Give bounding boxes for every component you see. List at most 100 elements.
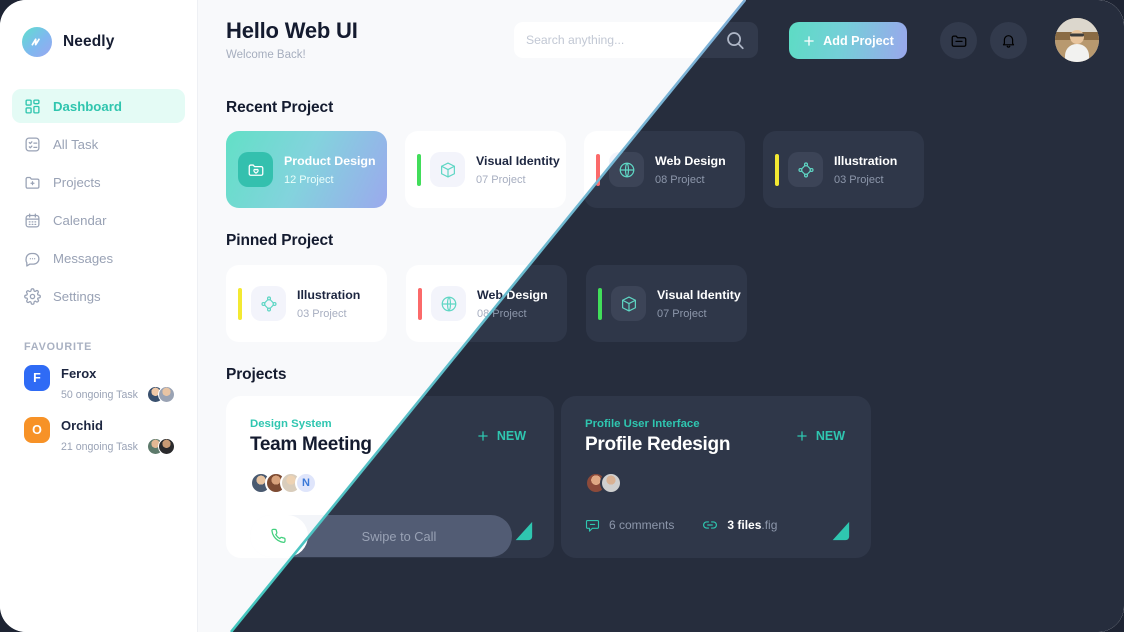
project-count: 08 Project <box>655 173 705 186</box>
resize-corner-icon[interactable] <box>829 520 851 542</box>
add-project-label: Add Project <box>823 33 894 48</box>
project-color-bar <box>417 153 421 186</box>
needly-logo-icon <box>22 27 52 57</box>
favourite-meta-row: 50 ongoing Task <box>61 386 197 403</box>
plus-icon <box>804 35 814 46</box>
favourite-info: Orchid 21 ongoing Task <box>61 417 197 455</box>
avatar-more-badge[interactable]: N <box>295 472 317 494</box>
project-name: Illustration <box>297 287 361 302</box>
sidebar-nav: Dashboard All Task Projects <box>0 89 197 313</box>
sidebar-item-label: Calendar <box>53 212 107 228</box>
sidebar-item-label: Dashboard <box>53 98 122 114</box>
cube-icon <box>430 152 465 187</box>
sidebar-item-dashboard[interactable]: Dashboard <box>12 89 185 123</box>
new-task-button[interactable]: NEW <box>795 429 845 443</box>
globe-icon <box>431 286 466 321</box>
sidebar-item-projects[interactable]: Projects <box>12 165 185 199</box>
checklist-icon <box>25 136 40 152</box>
recent-project-info: Visual Identity 07 Project <box>476 152 566 188</box>
pinned-project-info: Illustration 03 Project <box>297 286 387 322</box>
project-member-avatars <box>585 472 622 494</box>
calendar-icon <box>25 212 40 228</box>
favourite-avatar-stack <box>147 438 175 455</box>
sidebar-item-label: Messages <box>53 250 114 266</box>
recent-project-info: Web Design 08 Project <box>655 152 745 188</box>
files-number: 3 files <box>727 518 762 532</box>
favourite-initial-badge: F <box>24 365 50 391</box>
add-project-button[interactable]: Add Project <box>789 22 907 59</box>
nodes-icon <box>788 152 823 187</box>
new-task-button[interactable]: NEW <box>476 429 526 443</box>
folder-heart-icon <box>238 152 273 187</box>
sidebar-item-label: Projects <box>53 174 101 190</box>
search-input[interactable] <box>526 33 724 47</box>
message-icon <box>25 252 40 267</box>
pinned-project-info: Visual Identity 07 Project <box>657 286 747 322</box>
brand: Needly <box>0 0 197 57</box>
project-count: 03 Project <box>297 307 347 320</box>
sidebar: Needly Dashboard All Task <box>0 0 198 632</box>
recent-project-card-visual-identity[interactable]: Visual Identity 07 Project <box>405 131 566 208</box>
plus-icon <box>797 431 807 441</box>
project-color-bar <box>418 287 422 320</box>
files-extension: .fig <box>761 518 778 532</box>
recent-project-title: Recent Project <box>226 99 334 116</box>
comments-meta[interactable]: 6 comments <box>585 518 674 533</box>
pinned-project-card-visual-identity[interactable]: Visual Identity 07 Project <box>586 265 747 342</box>
recent-project-card-illustration[interactable]: Illustration 03 Project <box>763 131 924 208</box>
sidebar-item-label: All Task <box>53 136 99 152</box>
favourite-item-orchid[interactable]: O Orchid 21 ongoing Task <box>0 417 197 469</box>
comments-count: 6 comments <box>609 518 675 532</box>
search-icon[interactable] <box>724 29 746 51</box>
nodes-icon <box>251 286 286 321</box>
pinned-project-card-illustration[interactable]: Illustration 03 Project <box>226 265 387 342</box>
sidebar-item-calendar[interactable]: Calendar <box>12 203 185 237</box>
notifications-button[interactable] <box>990 22 1027 59</box>
project-name: Visual Identity <box>657 287 741 302</box>
project-name: Illustration <box>834 153 898 168</box>
project-card-tag: Design System <box>250 418 332 430</box>
sidebar-item-messages[interactable]: Messages <box>12 241 185 275</box>
sidebar-item-label: Settings <box>53 288 101 304</box>
page-heading: Hello Web UI Welcome Back! <box>226 18 358 61</box>
project-card-tag: Profile User Interface <box>585 418 700 430</box>
project-name: Web Design <box>655 153 726 168</box>
favourite-section-title: FAVOURITE <box>24 341 93 353</box>
favourite-task-count: 50 ongoing Task <box>61 388 138 401</box>
folder-button[interactable] <box>940 22 977 59</box>
phone-icon <box>271 528 286 543</box>
resize-corner-icon[interactable] <box>512 520 534 542</box>
recent-project-info: Illustration 03 Project <box>834 152 924 188</box>
favourite-name: Orchid <box>61 418 103 433</box>
avatar-image <box>1055 18 1099 62</box>
favourite-avatar-stack <box>147 386 175 403</box>
favourite-info: Ferox 50 ongoing Task <box>61 365 197 403</box>
files-meta[interactable]: 3 files.fig <box>702 517 777 533</box>
project-color-bar <box>775 153 779 186</box>
recent-project-info: Product Design 12 Project <box>284 152 387 188</box>
projects-title: Projects <box>226 366 287 383</box>
favourite-item-ferox[interactable]: F Ferox 50 ongoing Task <box>0 365 197 417</box>
sidebar-item-all-task[interactable]: All Task <box>12 127 185 161</box>
folder-icon <box>951 34 966 47</box>
project-name: Visual Identity <box>476 153 560 168</box>
project-count: 07 Project <box>476 173 526 186</box>
project-card-footer: 6 comments 3 files.fig <box>585 517 777 533</box>
project-color-bar <box>238 287 242 320</box>
sidebar-item-settings[interactable]: Settings <box>12 279 185 313</box>
page-subtitle: Welcome Back! <box>226 49 306 61</box>
folder-plus-icon <box>25 176 40 189</box>
cube-icon <box>611 286 646 321</box>
project-card-title: Team Meeting <box>250 434 372 455</box>
grid-icon <box>25 98 40 114</box>
favourite-task-count: 21 ongoing Task <box>61 440 138 453</box>
project-card-profile-redesign[interactable]: Profile User Interface Profile Redesign … <box>561 396 871 558</box>
favourite-meta-row: 21 ongoing Task <box>61 438 197 455</box>
user-avatar[interactable] <box>1055 18 1099 62</box>
avatar <box>158 438 175 455</box>
new-label: NEW <box>496 429 526 443</box>
project-name: Product Design <box>284 153 376 168</box>
favourite-initial-badge: O <box>24 417 50 443</box>
new-label: NEW <box>815 429 845 443</box>
recent-project-card-product-design[interactable]: Product Design 12 Project <box>226 131 387 208</box>
